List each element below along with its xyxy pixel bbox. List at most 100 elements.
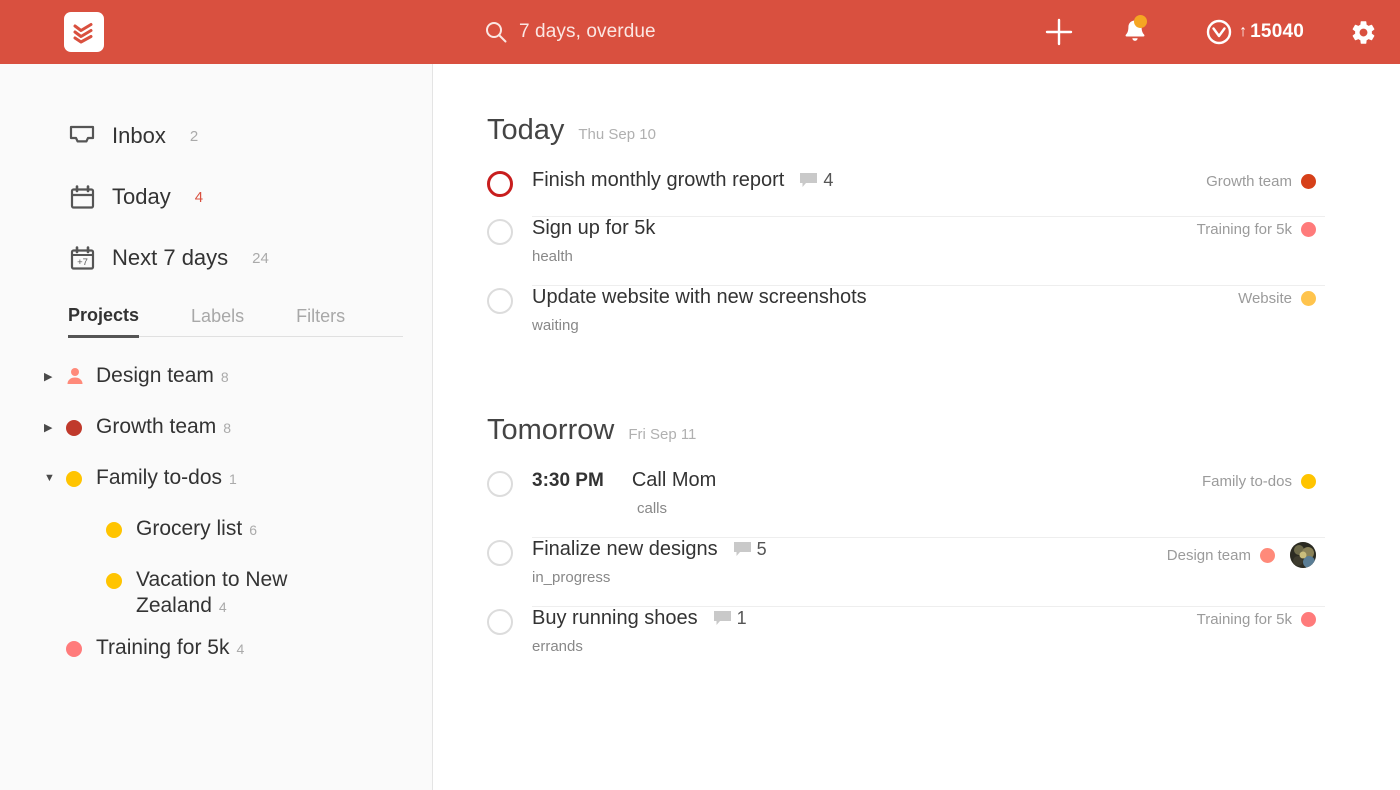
project-item-label: Growth team8 — [96, 414, 231, 441]
task-comments[interactable]: 5 — [733, 539, 767, 560]
section-date: Fri Sep 11 — [628, 426, 696, 443]
section-title: Tomorrow — [487, 414, 614, 447]
task-label[interactable]: health — [532, 248, 1358, 265]
todoist-logo-icon — [72, 20, 96, 44]
task-meta: Family to-dos — [1202, 473, 1316, 490]
task-label[interactable]: in_progress — [532, 569, 1358, 586]
svg-text:+7: +7 — [77, 257, 88, 268]
task-project-color-dot — [1260, 548, 1275, 563]
task-project-color-dot — [1301, 612, 1316, 627]
karma-award-icon — [1206, 19, 1232, 45]
sidebar-item-inbox[interactable]: Inbox 2 — [0, 116, 432, 156]
project-item-label: Family to-dos1 — [96, 465, 237, 492]
tab-filters[interactable]: Filters — [296, 306, 345, 336]
plus-icon — [1044, 17, 1074, 47]
task-row[interactable]: 3:30 PM Call Mom calls Family to-dos — [434, 469, 1400, 537]
project-item[interactable]: ▶ Growth team8 — [0, 414, 432, 450]
task-project-name[interactable]: Website — [1238, 290, 1292, 307]
karma-up-arrow-icon: ↑ — [1239, 24, 1247, 40]
task-meta: Website — [1238, 290, 1316, 307]
chevron-right-icon[interactable]: ▶ — [44, 414, 66, 434]
task-comment-count: 5 — [757, 539, 767, 560]
project-item-count: 4 — [219, 599, 227, 615]
project-item[interactable]: ▶Design team8 — [0, 363, 432, 399]
task-row[interactable]: Buy running shoes 1 errands Training for 5k — [434, 607, 1400, 675]
notifications-button[interactable] — [1092, 0, 1178, 64]
task-row[interactable]: Finalize new designs 5 in_progress Design t… — [434, 538, 1400, 606]
task-title[interactable]: Buy running shoes — [532, 607, 698, 630]
section-header: Tomorrow Fri Sep 11 — [434, 414, 1400, 447]
task-title[interactable]: Update website with new screenshots — [532, 286, 867, 309]
task-comment-count: 1 — [737, 608, 747, 629]
add-task-button[interactable] — [1026, 0, 1092, 64]
header-actions: ↑ 15040 — [1026, 0, 1400, 64]
task-title[interactable]: Finalize new designs — [532, 538, 718, 561]
sidebar-item-today[interactable]: Today 4 — [0, 177, 432, 217]
project-item-count: 8 — [221, 369, 229, 385]
top-header: 7 days, overdue — [0, 0, 1400, 64]
task-project-name[interactable]: Training for 5k — [1197, 611, 1292, 628]
project-color-dot — [106, 573, 122, 589]
project-item[interactable]: Vacation to New Zealand4 — [0, 567, 432, 620]
task-project-name[interactable]: Family to-dos — [1202, 473, 1292, 490]
sidebar-item-next7days[interactable]: +7 Next 7 days 24 — [0, 238, 432, 278]
task-meta: Training for 5k — [1197, 221, 1316, 238]
project-item-label: Vacation to New Zealand4 — [136, 567, 351, 620]
task-label[interactable]: calls — [637, 500, 1358, 517]
task-list-panel: Today Thu Sep 10 Finish monthly growth rep… — [434, 64, 1400, 790]
task-meta: Training for 5k — [1197, 611, 1316, 628]
section-date: Thu Sep 10 — [578, 126, 656, 143]
task-row[interactable]: Finish monthly growth report 4 Growth team — [434, 169, 1400, 216]
tab-labels[interactable]: Labels — [191, 306, 244, 336]
project-item[interactable]: Grocery list6 — [0, 516, 432, 552]
search-icon — [484, 20, 508, 44]
task-comments[interactable]: 4 — [799, 170, 833, 191]
avatar[interactable] — [1290, 542, 1316, 568]
task-project-name[interactable]: Design team — [1167, 547, 1251, 564]
project-color-dot — [66, 471, 82, 487]
task-project-name[interactable]: Training for 5k — [1197, 221, 1292, 238]
task-meta: Growth team — [1206, 173, 1316, 190]
comment-icon — [733, 541, 752, 558]
sidebar-item-inbox-count: 2 — [190, 128, 198, 145]
project-item-count: 8 — [223, 420, 231, 436]
task-label[interactable]: waiting — [532, 317, 1358, 334]
karma-button[interactable]: ↑ 15040 — [1178, 0, 1326, 64]
gear-icon — [1350, 19, 1377, 46]
search-input[interactable]: 7 days, overdue — [519, 21, 656, 43]
section-title: Today — [487, 114, 564, 147]
task-label[interactable]: errands — [532, 638, 1358, 655]
settings-button[interactable] — [1326, 0, 1400, 64]
tab-projects[interactable]: Projects — [68, 305, 139, 338]
section-header: Today Thu Sep 10 — [434, 114, 1400, 147]
todoist-logo[interactable] — [64, 12, 104, 52]
task-project-name[interactable]: Growth team — [1206, 173, 1292, 190]
comment-icon — [713, 610, 732, 627]
task-title[interactable]: Sign up for 5k — [532, 217, 655, 240]
task-row[interactable]: Sign up for 5k health Training for 5k — [434, 217, 1400, 285]
task-title[interactable]: Call Mom — [632, 469, 716, 492]
task-due-time: 3:30 PM — [532, 470, 604, 492]
project-item-label: Training for 5k4 — [96, 635, 244, 662]
task-title[interactable]: Finish monthly growth report — [532, 169, 784, 192]
project-list: ▶Design team8▶Growth team8▼Family to-dos… — [0, 363, 432, 671]
task-meta: Design team — [1167, 542, 1316, 568]
task-comments[interactable]: 1 — [713, 608, 747, 629]
calendar-icon — [68, 183, 96, 211]
project-item[interactable]: ▼ Family to-dos1 — [0, 465, 432, 501]
task-comment-count: 4 — [823, 170, 833, 191]
chevron-right-icon[interactable]: ▶ — [44, 363, 66, 383]
project-color-dot — [106, 522, 122, 538]
project-item-count: 6 — [249, 522, 257, 538]
task-row[interactable]: Update website with new screenshots waiti… — [434, 286, 1400, 354]
sidebar-item-inbox-label: Inbox — [112, 123, 166, 149]
task-project-color-dot — [1301, 174, 1316, 189]
inbox-icon — [68, 122, 96, 150]
karma-points: 15040 — [1250, 21, 1304, 43]
app-root: 7 days, overdue — [0, 0, 1400, 790]
project-item[interactable]: Training for 5k4 — [0, 635, 432, 671]
search-bar[interactable]: 7 days, overdue — [484, 0, 656, 64]
chevron-down-icon[interactable]: ▼ — [44, 465, 66, 484]
project-color-dot — [66, 420, 82, 436]
sidebar: Inbox 2 Today 4 — [0, 64, 433, 790]
